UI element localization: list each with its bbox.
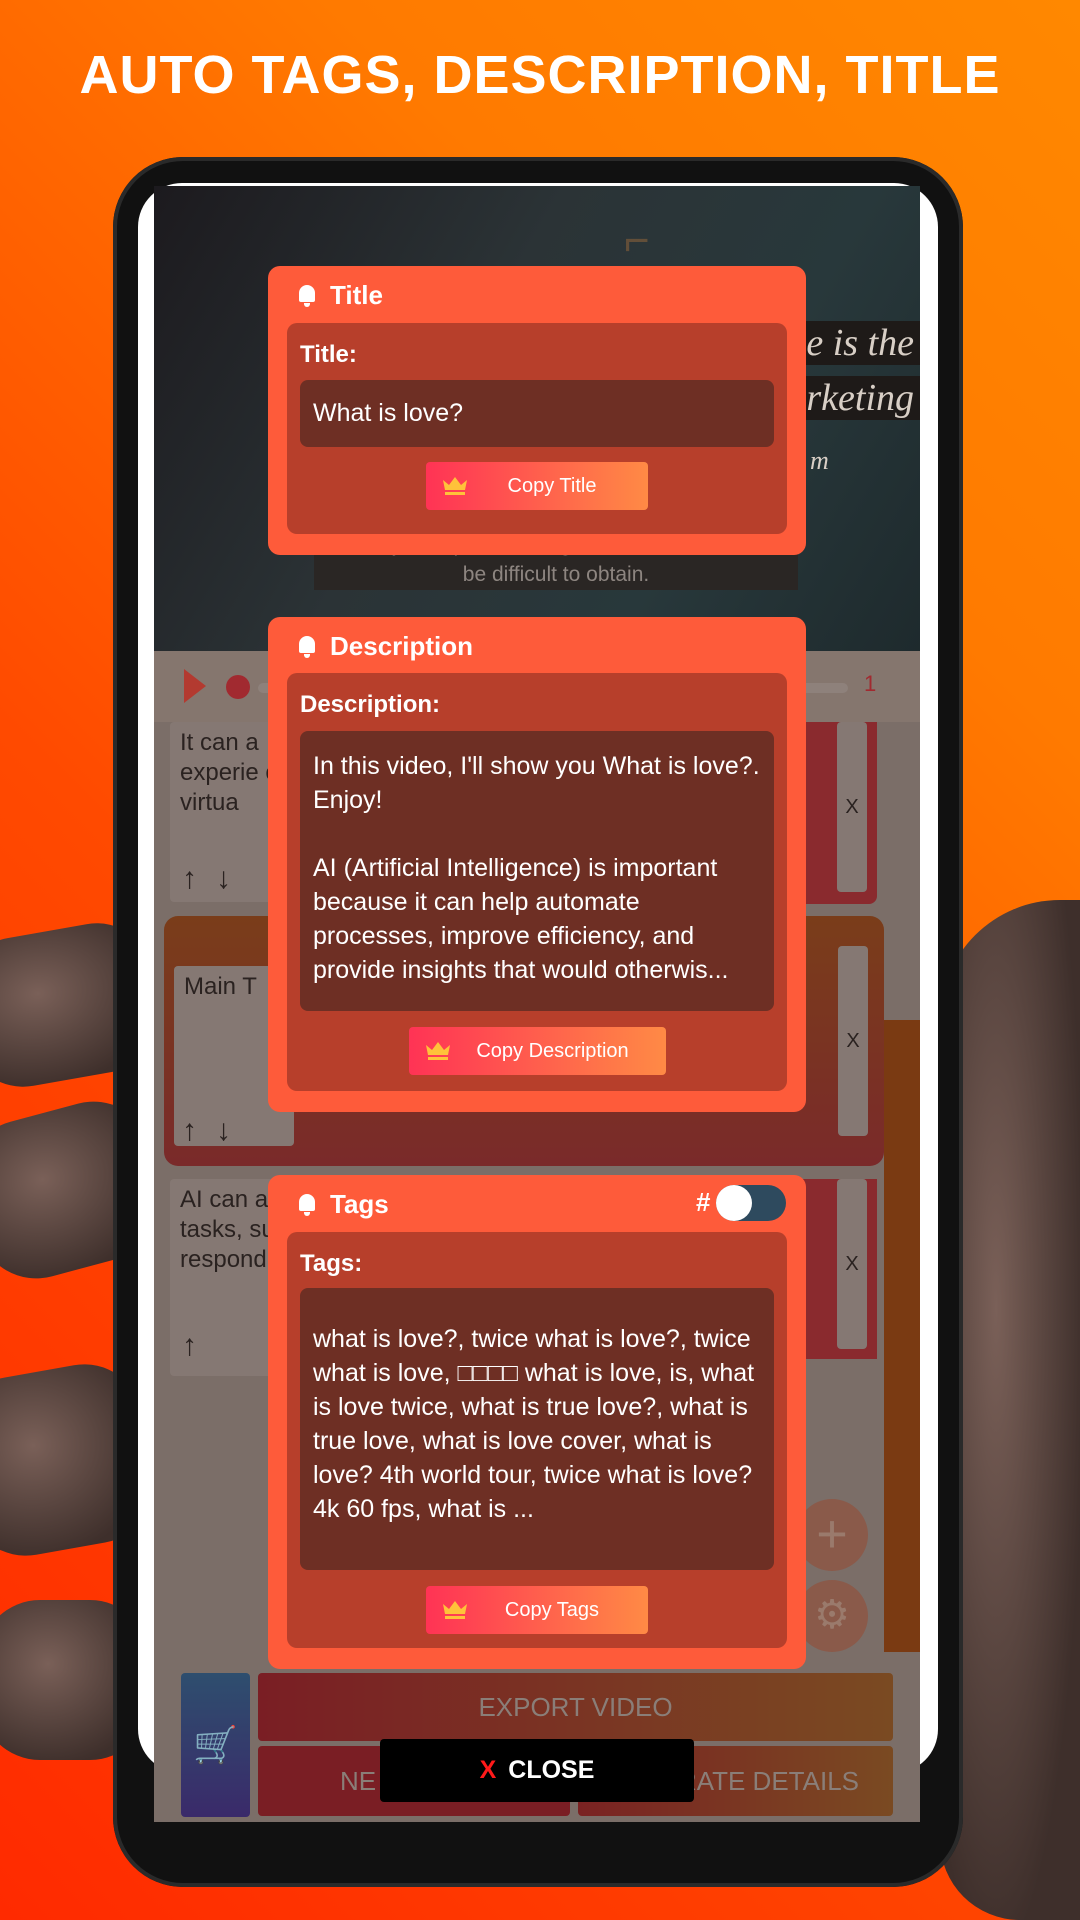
hashtag-label: # xyxy=(696,1187,711,1217)
bell-icon xyxy=(298,635,316,658)
move-down-icon[interactable]: ↓ xyxy=(216,862,231,896)
copy-description-button[interactable]: Copy Description xyxy=(409,1027,666,1075)
cart-icon: 🛒 xyxy=(193,1724,238,1765)
cart-button[interactable]: 🛒 xyxy=(181,1673,250,1817)
close-label: CLOSE xyxy=(508,1756,595,1784)
bell-icon xyxy=(298,284,316,307)
video-overlay-text: e is the xyxy=(800,321,920,365)
play-icon[interactable] xyxy=(184,669,206,703)
export-video-button[interactable]: EXPORT VIDEO xyxy=(258,1673,893,1741)
hashtag-toggle[interactable] xyxy=(716,1185,786,1221)
copy-title-button[interactable]: Copy Title xyxy=(426,462,648,510)
video-overlay-text: m xyxy=(810,446,829,475)
record-icon[interactable] xyxy=(226,675,250,699)
bell-icon xyxy=(298,1193,316,1216)
plus-icon: + xyxy=(816,1504,848,1564)
move-up-icon[interactable]: ↑ xyxy=(182,1329,197,1363)
crown-icon xyxy=(443,1601,467,1619)
tags-dialog-header: Tags xyxy=(330,1189,389,1219)
delete-scene-button[interactable]: X xyxy=(837,722,867,892)
tags-dialog: Tags # Tags: what is love?, twice what i… xyxy=(268,1175,806,1669)
settings-button[interactable]: ⚙ xyxy=(796,1580,868,1652)
description-panel: Description: In this video, I'll show yo… xyxy=(287,673,787,1091)
description-dialog: Description Description: In this video, … xyxy=(268,617,806,1112)
move-down-icon[interactable]: ↓ xyxy=(216,1114,231,1148)
description-label: Description: xyxy=(300,691,441,718)
timeline-count: 1 xyxy=(864,671,877,696)
crown-icon xyxy=(443,477,467,495)
delete-scene-button[interactable]: X xyxy=(838,946,868,1136)
crown-icon xyxy=(426,1042,450,1060)
tags-panel: Tags: what is love?, twice what is love?… xyxy=(287,1232,787,1648)
logo-mark: ⌐ xyxy=(624,216,656,265)
description-field[interactable]: In this video, I'll show you What is lov… xyxy=(300,731,774,1011)
tags-field[interactable]: what is love?, twice what is love?, twic… xyxy=(300,1288,774,1570)
close-button[interactable]: X CLOSE xyxy=(380,1739,694,1802)
close-x-icon: X xyxy=(479,1756,497,1784)
description-dialog-header: Description xyxy=(330,631,474,661)
generate-details-label: RATE DETAILS xyxy=(677,1766,859,1796)
copy-tags-button[interactable]: Copy Tags xyxy=(426,1586,648,1634)
title-panel: Title: What is love? Copy Title xyxy=(287,323,787,534)
toggle-knob xyxy=(716,1185,752,1221)
title-dialog-header: Title xyxy=(330,280,383,310)
side-strip xyxy=(884,1020,920,1652)
title-field[interactable]: What is love? xyxy=(300,380,774,447)
tags-label: Tags: xyxy=(300,1250,363,1277)
add-scene-button[interactable]: + xyxy=(796,1499,868,1571)
move-up-icon[interactable]: ↑ xyxy=(182,862,197,896)
new-button-label: NE xyxy=(340,1766,377,1796)
gear-icon: ⚙ xyxy=(814,1593,850,1637)
title-dialog: Title Title: What is love? Copy Title xyxy=(268,266,806,555)
delete-scene-button[interactable]: X xyxy=(837,1179,867,1349)
move-up-icon[interactable]: ↑ xyxy=(182,1114,197,1148)
promo-headline: AUTO TAGS, DESCRIPTION, TITLE xyxy=(79,45,1001,105)
title-label: Title: xyxy=(300,341,357,368)
